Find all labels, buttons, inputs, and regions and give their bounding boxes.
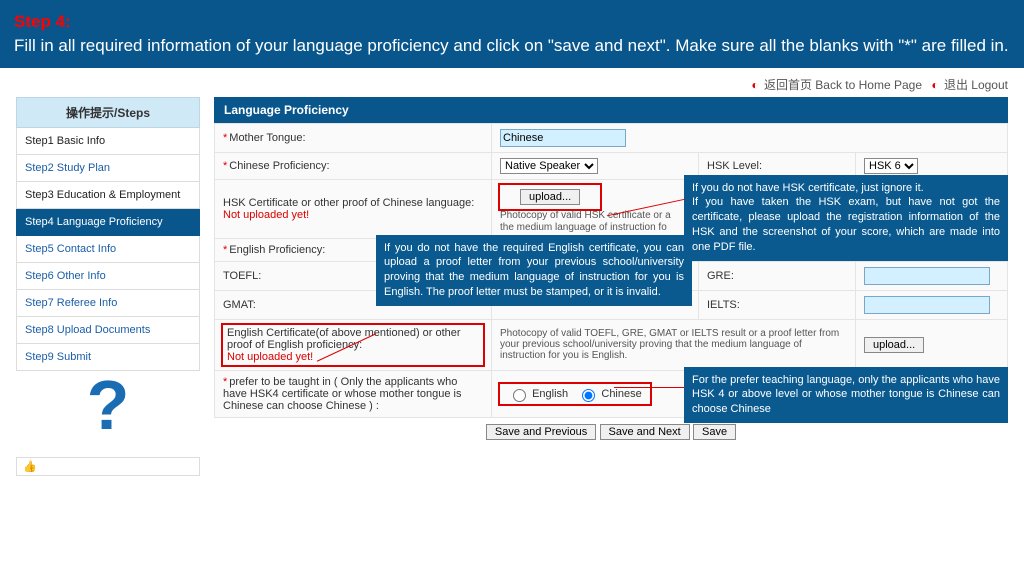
ielts-input[interactable] — [864, 296, 990, 314]
label-gre: GRE: — [707, 270, 734, 282]
hsk-not-uploaded: Not uploaded yet! — [223, 209, 309, 221]
hsk-level-select[interactable]: HSK 6 — [864, 158, 918, 174]
save-previous-button[interactable]: Save and Previous — [486, 424, 596, 440]
help-icon: ? — [16, 377, 200, 457]
save-next-button[interactable]: Save and Next — [600, 424, 690, 440]
section-header: Language Proficiency — [214, 97, 1008, 123]
like-bar[interactable]: 👍 — [16, 457, 200, 476]
annotation-prefer: For the prefer teaching language, only t… — [684, 367, 1008, 424]
label-hsk-level: HSK Level: — [707, 160, 762, 172]
step-label: Step 4: — [14, 12, 71, 31]
logout-link[interactable]: 退出 Logout — [944, 78, 1008, 92]
logout-arrow-icon: ◐ — [931, 78, 938, 92]
sidebar-item-step3[interactable]: Step3 Education & Employment — [16, 182, 200, 209]
steps-sidebar: 操作提示/Steps Step1 Basic Info Step2 Study … — [16, 97, 200, 476]
label-mother-tongue: Mother Tongue: — [229, 132, 305, 144]
sidebar-item-step5[interactable]: Step5 Contact Info — [16, 236, 200, 263]
gre-input[interactable] — [864, 267, 990, 285]
label-english-prof: English Proficiency: — [229, 244, 325, 256]
label-chinese-prof: Chinese Proficiency: — [229, 160, 329, 172]
eng-not-uploaded: Not uploaded yet! — [227, 351, 313, 363]
form-panel: Language Proficiency *Mother Tongue: *Ch… — [214, 97, 1008, 476]
label-ielts: IELTS: — [707, 299, 740, 311]
eng-photo-hint: Photocopy of valid TOEFL, GRE, GMAT or I… — [500, 328, 839, 361]
hsk-upload-button[interactable]: upload... — [520, 189, 580, 205]
prefer-english-radio[interactable]: English — [508, 388, 568, 400]
label-hsk-cert: HSK Certificate or other proof of Chines… — [223, 197, 474, 209]
back-link[interactable]: 返回首页 Back to Home Page — [764, 78, 922, 92]
sidebar-header: 操作提示/Steps — [16, 97, 200, 128]
save-button[interactable]: Save — [693, 424, 736, 440]
sidebar-item-step4[interactable]: Step4 Language Proficiency — [16, 209, 200, 236]
prefer-chinese-radio[interactable]: Chinese — [577, 388, 641, 400]
sidebar-item-step2[interactable]: Step2 Study Plan — [16, 155, 200, 182]
instruction-text: Fill in all required information of your… — [14, 36, 1009, 55]
hsk-hint-partial: Photocopy of valid HSK certificate or at… — [500, 210, 671, 233]
sidebar-item-step8[interactable]: Step8 Upload Documents — [16, 317, 200, 344]
eng-upload-button[interactable]: upload... — [864, 337, 924, 353]
instruction-banner: Step 4: Fill in all required information… — [0, 0, 1024, 68]
annotation-english: If you do not have the required English … — [376, 235, 692, 306]
label-toefl: TOEFL: — [223, 270, 261, 282]
chinese-prof-select[interactable]: Native Speaker — [500, 158, 598, 174]
back-arrow-icon: ◐ — [751, 78, 758, 92]
label-prefer: prefer to be taught in ( Only the applic… — [223, 376, 461, 412]
label-eng-cert: English Certificate(of above mentioned) … — [227, 327, 461, 351]
annotation-hsk: If you do not have HSK certificate, just… — [684, 175, 1008, 261]
mother-tongue-input[interactable] — [500, 129, 626, 147]
label-gmat: GMAT: — [223, 299, 256, 311]
sidebar-item-step6[interactable]: Step6 Other Info — [16, 263, 200, 290]
top-right-links: ◐ 返回首页 Back to Home Page ◐ 退出 Logout — [0, 68, 1024, 97]
sidebar-item-step7[interactable]: Step7 Referee Info — [16, 290, 200, 317]
sidebar-item-step1[interactable]: Step1 Basic Info — [16, 128, 200, 155]
